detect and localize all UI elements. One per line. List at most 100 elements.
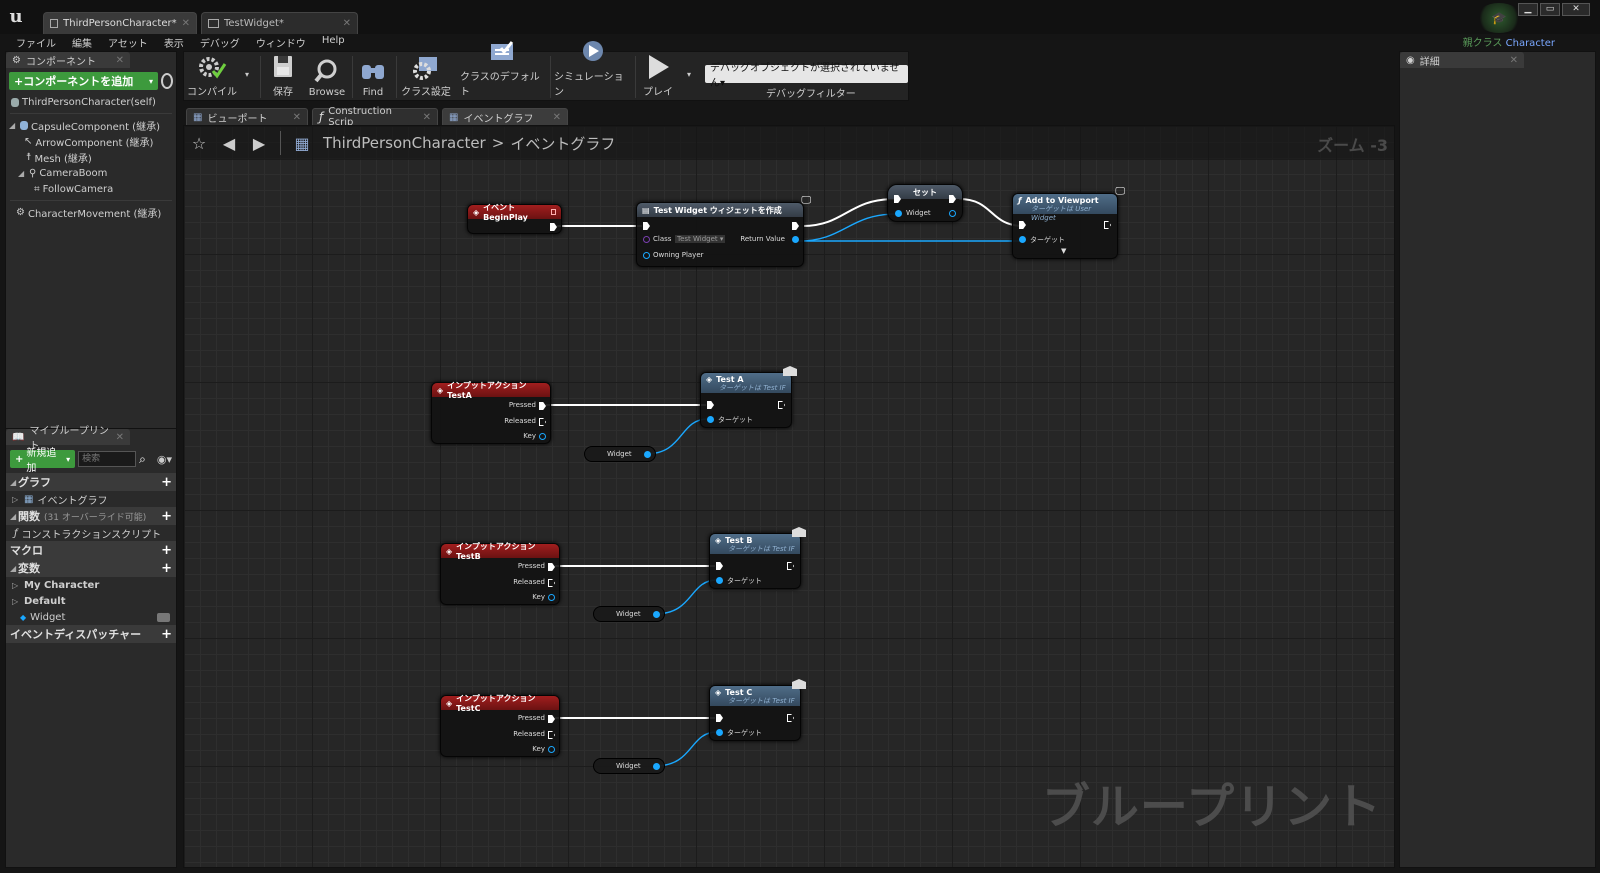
item-event-graph[interactable]: ▷ ▦ イベントグラフ — [6, 491, 176, 507]
widget-out-pin[interactable] — [653, 763, 660, 770]
widget-out-pin[interactable] — [653, 611, 660, 618]
tree-item-self[interactable]: ThirdPersonCharacter(self) — [6, 94, 176, 110]
menu-help[interactable]: Help — [314, 34, 353, 50]
exec-out-pin[interactable] — [1104, 221, 1111, 229]
node-test-b[interactable]: ◈ Test B ターゲットは Test IF ターゲット — [709, 527, 806, 589]
exec-out-pin[interactable] — [550, 223, 557, 231]
pressed-exec-pin[interactable] — [548, 563, 555, 571]
exec-in-pin[interactable] — [716, 562, 723, 570]
exec-in-pin[interactable] — [707, 401, 714, 409]
simulation-button[interactable]: シミュレーション — [554, 41, 632, 100]
node-set-widget[interactable]: セット Widget — [887, 184, 963, 222]
pressed-exec-pin[interactable] — [548, 715, 555, 723]
menu-edit[interactable]: 編集 — [64, 34, 100, 50]
debug-object-dropdown[interactable]: デバッグオブジェクトが選択されていません▾ — [705, 63, 908, 89]
released-exec-pin[interactable] — [548, 579, 555, 587]
node-add-to-viewport[interactable]: ƒ Add to Viewport ターゲットは User Widget 🖵 タ… — [1012, 186, 1125, 259]
released-exec-pin[interactable] — [548, 731, 555, 739]
collapse-arrow-icon[interactable]: ▷ — [12, 495, 20, 504]
add-dispatcher-icon[interactable]: + — [161, 627, 172, 642]
eye-icon[interactable]: ◉▾ — [157, 453, 172, 466]
exec-in-pin[interactable] — [1019, 221, 1026, 229]
add-macro-icon[interactable]: + — [161, 543, 172, 558]
add-new-button[interactable]: + 新規追加 ▾ — [10, 448, 76, 474]
target-pin[interactable] — [1019, 236, 1026, 243]
node-input-action-testb[interactable]: ◈ インプットアクション TestB Pressed Released Key — [440, 542, 560, 605]
details-tab[interactable]: ◉ 詳細 ✕ — [1400, 52, 1524, 68]
owning-player-pin[interactable] — [643, 252, 650, 259]
exec-out-pin[interactable] — [787, 714, 794, 722]
compile-options-chevron-icon[interactable]: ▾ — [245, 70, 249, 79]
tree-item-mesh[interactable]: ☨ Mesh (継承) — [6, 149, 176, 165]
class-settings-button[interactable]: クラス設定 — [400, 54, 452, 100]
released-exec-pin[interactable] — [539, 418, 546, 426]
components-tab[interactable]: ⚙ コンポーネント ✕ — [6, 52, 130, 68]
node-input-action-testc[interactable]: ◈ インプットアクション TestC Pressed Released Key — [440, 694, 560, 757]
menu-view[interactable]: 表示 — [156, 34, 192, 50]
collapse-arrow-icon[interactable]: ▷ — [12, 597, 20, 606]
class-dropdown[interactable]: Test Widget ▾ — [675, 235, 726, 243]
close-icon[interactable]: ✕ — [293, 112, 301, 123]
tree-item-follow-camera[interactable]: ⌗ FollowCamera — [6, 181, 176, 197]
class-pin[interactable] — [643, 236, 650, 243]
graduation-cap-icon[interactable]: 🎓 — [1476, 3, 1522, 33]
section-event-dispatchers[interactable]: イベントディスパッチャー + — [6, 625, 176, 643]
tab-viewport[interactable]: ▦ ビューポート ✕ — [186, 108, 308, 125]
node-test-c[interactable]: ◈ Test C ターゲットは Test IF ターゲット — [709, 679, 806, 741]
var-category-my-character[interactable]: ▷ My Character — [6, 577, 176, 593]
widget-in-pin[interactable] — [895, 210, 902, 217]
exec-in-pin[interactable] — [716, 714, 723, 722]
add-graph-icon[interactable]: + — [161, 475, 172, 490]
pressed-exec-pin[interactable] — [539, 402, 546, 410]
widget-out-pin[interactable] — [949, 210, 956, 217]
collapse-arrow-icon[interactable]: ▷ — [12, 581, 20, 590]
node-get-widget-b[interactable]: Widget — [593, 606, 665, 622]
close-icon[interactable]: ✕ — [553, 112, 561, 123]
blueprint-search-input[interactable] — [78, 451, 137, 467]
node-create-widget[interactable]: ▤ Test Widget ウィジェットを作成 🖵 Class Test Wid… — [636, 195, 811, 267]
tree-item-arrow[interactable]: ↖ ArrowComponent (継承) — [6, 133, 176, 149]
my-blueprint-tab[interactable]: 📖 マイブループリント ✕ — [6, 426, 130, 452]
add-component-button[interactable]: +コンポーネントを追加 ▾ — [9, 72, 158, 90]
node-input-action-testa[interactable]: ◈ インプットアクション TestA Pressed Released Key — [431, 381, 551, 444]
close-icon[interactable]: ✕ — [182, 18, 190, 29]
compile-button[interactable]: コンパイル — [186, 54, 238, 100]
target-pin[interactable] — [716, 577, 723, 584]
close-icon[interactable]: ✕ — [116, 55, 124, 66]
close-icon[interactable]: ✕ — [423, 112, 431, 123]
expand-arrow-icon[interactable]: ◢ — [18, 169, 26, 178]
node-get-widget-a[interactable]: Widget — [584, 446, 656, 462]
doc-tab-test-widget[interactable]: TestWidget* ✕ — [201, 12, 358, 34]
section-variables[interactable]: ◢ 変数 + — [6, 559, 176, 577]
section-macros[interactable]: マクロ + — [6, 541, 176, 559]
class-defaults-button[interactable]: クラスのデフォルト — [460, 41, 544, 100]
tab-construction-script[interactable]: ƒ Construction Scrip ✕ — [312, 106, 438, 128]
event-graph-canvas[interactable]: ☆ ◀ ▶ ▦ ThirdPersonCharacter > イベントグラフ ズ… — [183, 125, 1395, 868]
node-event-beginplay[interactable]: ◈ イベント BeginPlay — [467, 203, 562, 234]
visibility-eye-icon[interactable] — [157, 612, 170, 622]
key-pin[interactable] — [548, 594, 555, 601]
section-functions[interactable]: ◢ 関数 (31 オーバーライド可能) + — [6, 507, 176, 525]
exec-out-pin[interactable] — [778, 401, 785, 409]
tree-item-capsule[interactable]: ◢ CapsuleComponent (継承) — [6, 117, 176, 133]
browse-button[interactable]: Browse — [304, 54, 350, 100]
target-pin[interactable] — [716, 729, 723, 736]
menu-asset[interactable]: アセット — [100, 34, 156, 50]
node-get-widget-c[interactable]: Widget — [593, 758, 665, 774]
save-button[interactable]: 保存 — [264, 54, 302, 100]
close-icon[interactable]: ✕ — [116, 432, 124, 443]
target-pin[interactable] — [707, 416, 714, 423]
key-pin[interactable] — [548, 746, 555, 753]
find-button[interactable]: Find — [354, 54, 392, 100]
var-category-default[interactable]: ▷ Default — [6, 593, 176, 609]
tab-event-graph[interactable]: ▦ イベントグラフ ✕ — [442, 108, 568, 125]
close-icon[interactable]: ✕ — [1510, 55, 1518, 66]
menu-debug[interactable]: デバッグ — [192, 34, 248, 50]
add-variable-icon[interactable]: + — [161, 561, 172, 576]
exec-in-pin[interactable] — [643, 222, 650, 230]
return-value-pin[interactable] — [792, 236, 799, 243]
maximize-button[interactable]: ▭ — [1540, 3, 1560, 16]
menu-file[interactable]: ファイル — [8, 34, 64, 50]
section-graphs[interactable]: ◢ グラフ + — [6, 473, 176, 491]
add-function-icon[interactable]: + — [161, 509, 172, 524]
